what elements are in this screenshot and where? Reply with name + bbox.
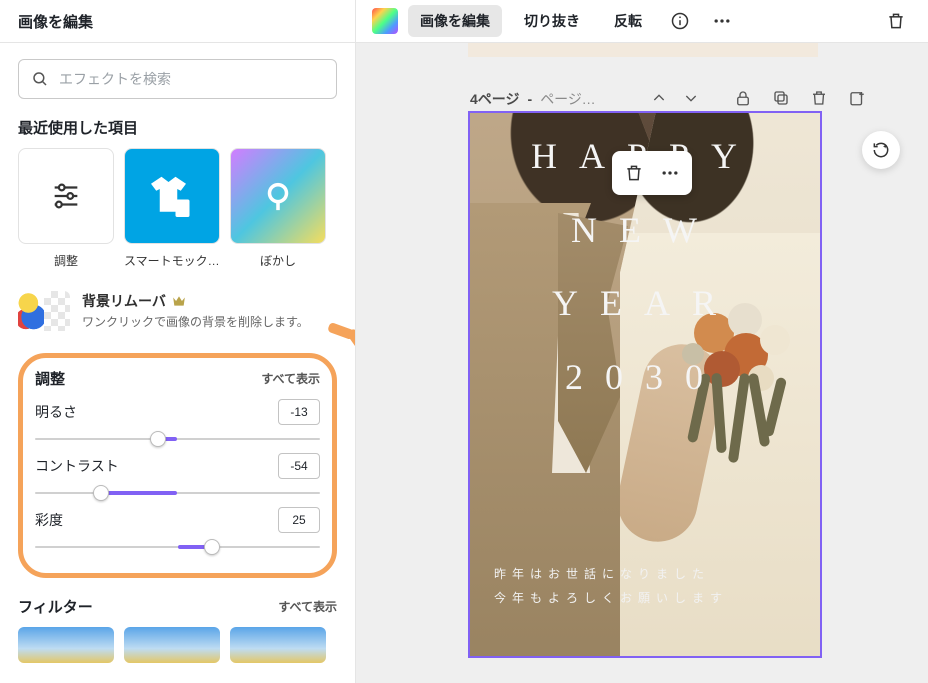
lock-icon bbox=[734, 89, 752, 107]
bg-remover-title: 背景リムーバ bbox=[82, 291, 166, 311]
filter-tile-1[interactable] bbox=[18, 627, 114, 663]
selection-mini-toolbar bbox=[612, 151, 692, 195]
more-button[interactable] bbox=[706, 5, 738, 37]
saturation-label: 彩度 bbox=[35, 510, 63, 530]
contrast-slider[interactable] bbox=[35, 483, 320, 503]
canvas-area-container: 画像を編集 切り抜き 反転 4ページ - ページタ… bbox=[356, 0, 928, 683]
recent-tile-mockup[interactable]: スマートモックア… bbox=[124, 148, 220, 269]
selection-more-button[interactable] bbox=[652, 155, 688, 191]
page-number-label: 4ページ bbox=[470, 89, 520, 109]
search-input[interactable]: エフェクトを検索 bbox=[18, 59, 337, 99]
premium-crown-icon bbox=[172, 295, 186, 307]
edit-image-button[interactable]: 画像を編集 bbox=[408, 5, 502, 37]
left-panel: 画像を編集 エフェクトを検索 最近使用した項目 bbox=[0, 0, 356, 683]
more-icon bbox=[660, 163, 680, 183]
lock-page-button[interactable] bbox=[734, 89, 752, 107]
crop-button[interactable]: 切り抜き bbox=[512, 5, 592, 37]
top-toolbar: 画像を編集 切り抜き 反転 bbox=[356, 0, 928, 43]
add-page-button[interactable] bbox=[848, 89, 866, 107]
regenerate-button[interactable] bbox=[862, 131, 900, 169]
tshirt-icon bbox=[144, 168, 200, 224]
page-title-input[interactable]: ページタ… bbox=[540, 89, 600, 109]
filter-tile-2[interactable] bbox=[124, 627, 220, 663]
blur-icon bbox=[261, 179, 295, 213]
chevron-up-icon bbox=[651, 90, 667, 106]
trash-icon bbox=[624, 163, 644, 183]
recent-tile-adjust[interactable]: 調整 bbox=[18, 148, 114, 269]
previous-page-peek bbox=[468, 43, 818, 57]
search-placeholder: エフェクトを検索 bbox=[59, 69, 171, 89]
highlight-burst-icon bbox=[322, 322, 355, 382]
delete-button[interactable] bbox=[880, 5, 912, 37]
filter-tile-3[interactable] bbox=[230, 627, 326, 663]
page-down-button[interactable] bbox=[682, 89, 700, 107]
filters-show-all[interactable]: すべて表示 bbox=[278, 598, 337, 615]
recent-tile-blur[interactable]: ぼかし bbox=[230, 148, 326, 269]
card-footer-text: 昨年はお世話になりました 今年もよろしくお願いします bbox=[494, 562, 728, 610]
search-icon bbox=[31, 70, 49, 88]
saturation-value[interactable]: 25 bbox=[278, 507, 320, 533]
chevron-down-icon bbox=[683, 90, 699, 106]
adjust-title: 調整 bbox=[35, 368, 65, 389]
color-picker-button[interactable] bbox=[372, 8, 398, 34]
duplicate-icon bbox=[772, 89, 790, 107]
more-icon bbox=[712, 11, 732, 31]
canvas-area[interactable]: 4ページ - ページタ… bbox=[356, 43, 928, 683]
selection-delete-button[interactable] bbox=[616, 155, 652, 191]
sparkle-refresh-icon bbox=[871, 140, 891, 160]
delete-page-button[interactable] bbox=[810, 89, 828, 107]
brightness-value[interactable]: -13 bbox=[278, 399, 320, 425]
adjust-show-all[interactable]: すべて表示 bbox=[261, 370, 320, 387]
trash-icon bbox=[810, 89, 828, 107]
contrast-value[interactable]: -54 bbox=[278, 453, 320, 479]
saturation-slider[interactable] bbox=[35, 537, 320, 557]
left-panel-title: 画像を編集 bbox=[0, 0, 355, 43]
brightness-slider[interactable] bbox=[35, 429, 320, 449]
trash-icon bbox=[886, 11, 906, 31]
adjust-section-highlight: 調整 すべて表示 明るさ -13 bbox=[18, 353, 337, 578]
background-remover-item[interactable]: 背景リムーバ ワンクリックで画像の背景を削除します。 bbox=[18, 291, 337, 331]
info-button[interactable] bbox=[664, 5, 696, 37]
duplicate-page-button[interactable] bbox=[772, 89, 790, 107]
bg-remover-desc: ワンクリックで画像の背景を削除します。 bbox=[82, 313, 309, 330]
brightness-label: 明るさ bbox=[35, 402, 77, 422]
filters-title: フィルター bbox=[18, 596, 93, 617]
page-up-button[interactable] bbox=[650, 89, 668, 107]
contrast-label: コントラスト bbox=[35, 456, 119, 476]
info-icon bbox=[670, 11, 690, 31]
flip-button[interactable]: 反転 bbox=[602, 5, 654, 37]
recent-title: 最近使用した項目 bbox=[18, 117, 337, 138]
add-page-icon bbox=[848, 89, 866, 107]
bg-remover-thumb bbox=[18, 291, 70, 331]
sliders-icon bbox=[49, 179, 83, 213]
